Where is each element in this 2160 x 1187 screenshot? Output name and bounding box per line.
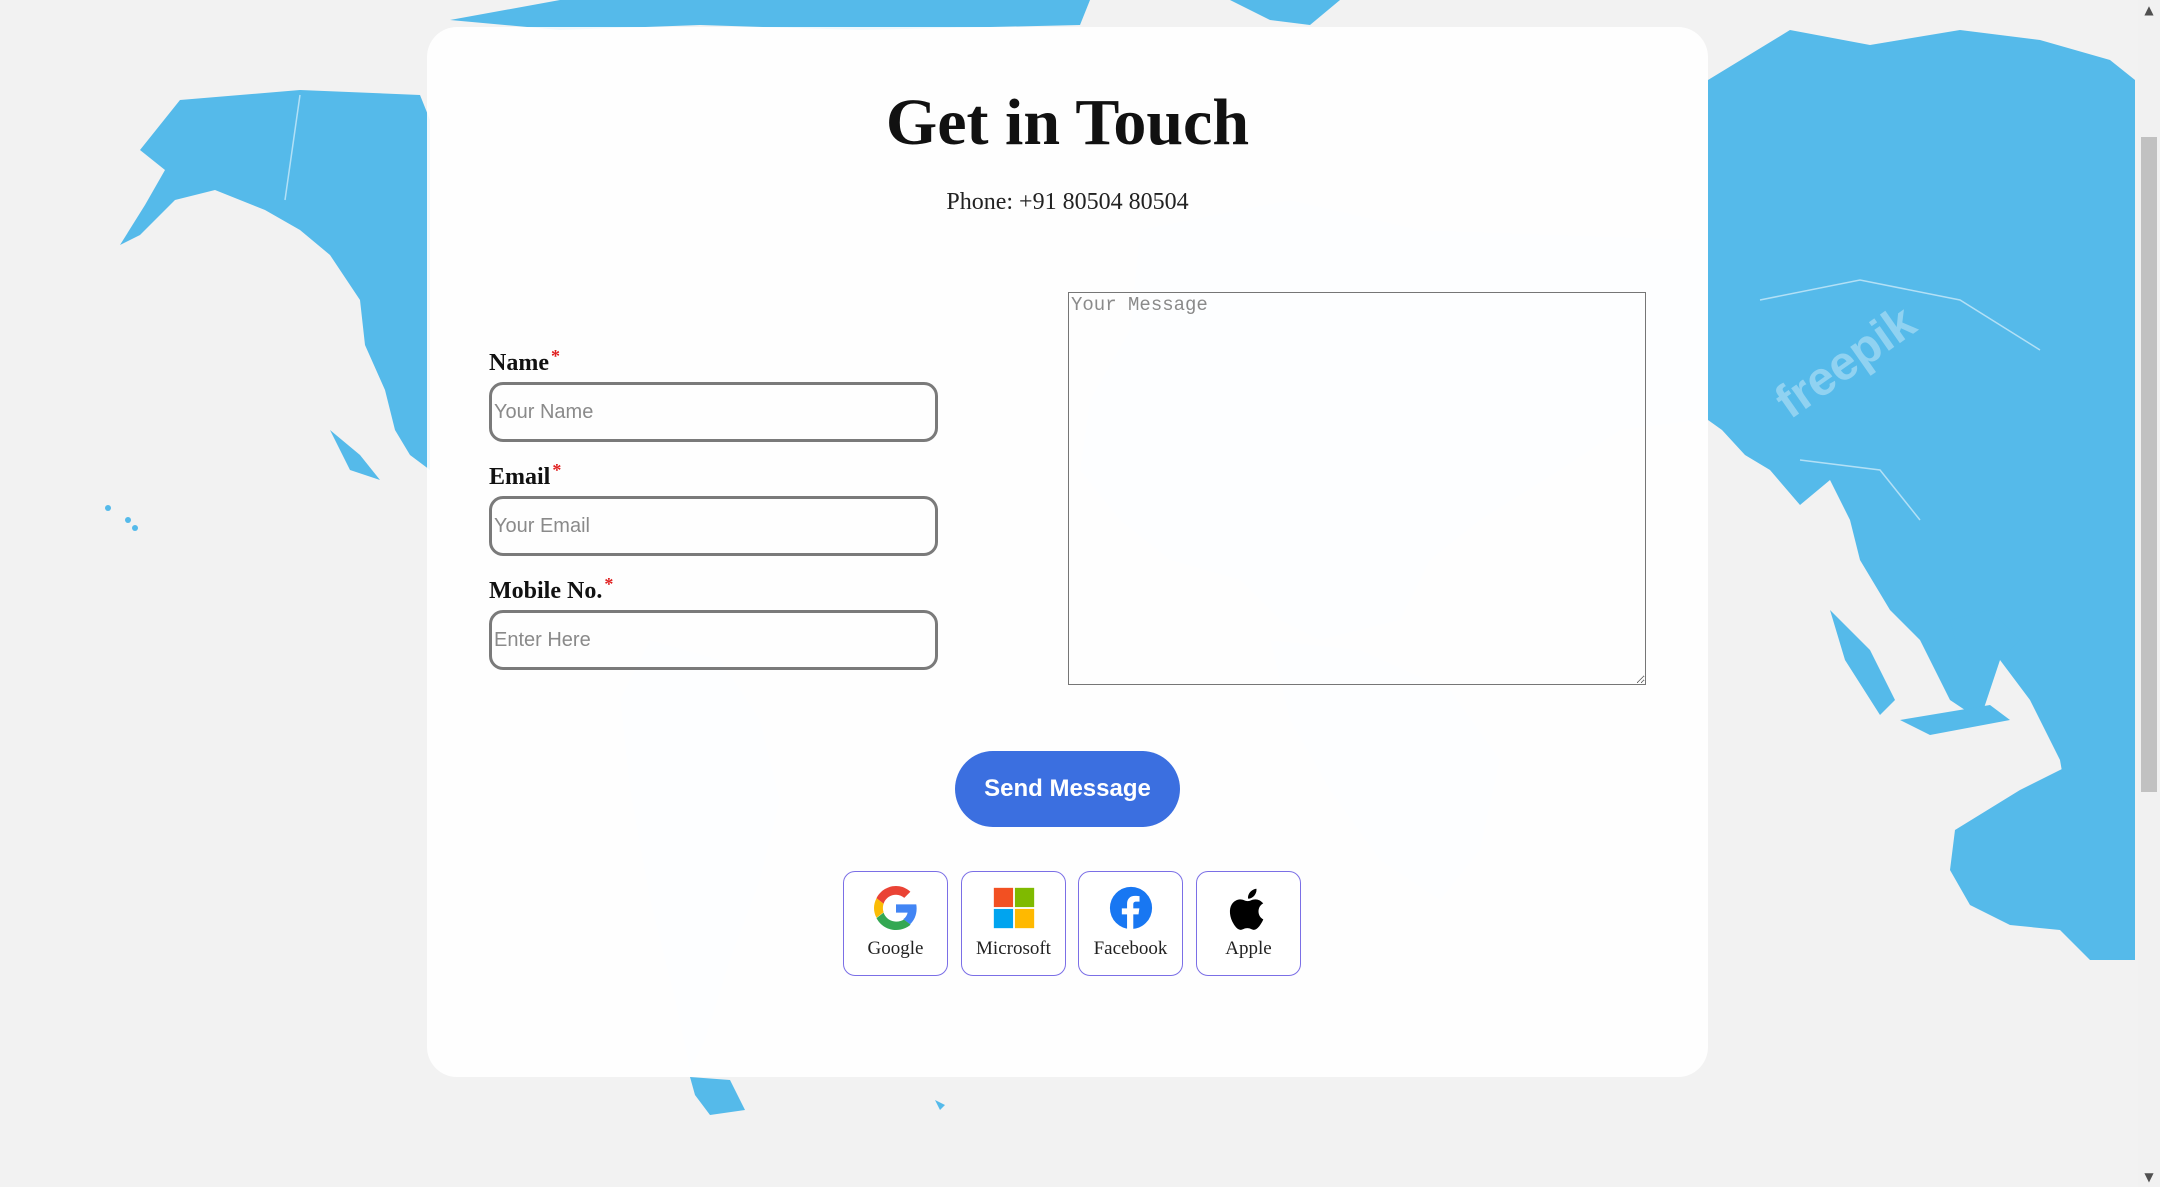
name-label: Name * (489, 346, 560, 377)
facebook-login-button[interactable]: Facebook (1078, 871, 1183, 976)
microsoft-login-button[interactable]: Microsoft (961, 871, 1066, 976)
google-icon (873, 886, 917, 930)
facebook-icon (1109, 886, 1152, 930)
apple-label: Apple (1225, 938, 1272, 959)
email-label-text: Email (489, 464, 551, 490)
page-title: Get in Touch (885, 86, 1250, 159)
google-label: Google (867, 938, 924, 959)
name-label-text: Name (489, 350, 549, 376)
message-textarea[interactable] (1068, 292, 1646, 685)
scrollbar-thumb[interactable] (2141, 137, 2157, 792)
microsoft-icon (993, 887, 1034, 929)
send-message-button[interactable]: Send Message (955, 751, 1180, 827)
required-marker: * (604, 574, 614, 594)
vertical-scrollbar[interactable]: ▲ ▼ (2138, 0, 2160, 1187)
email-label: Email * (489, 460, 561, 491)
microsoft-label: Microsoft (976, 938, 1051, 959)
facebook-label: Facebook (1093, 938, 1168, 959)
email-input[interactable] (489, 496, 938, 556)
scroll-up-icon[interactable]: ▲ (2138, 0, 2160, 20)
scroll-down-icon[interactable]: ▼ (2138, 1167, 2160, 1187)
apple-icon (1229, 888, 1263, 930)
required-marker: * (552, 460, 562, 480)
phone-number: Phone: +91 80504 80504 (946, 189, 1189, 215)
required-marker: * (550, 346, 560, 366)
name-input[interactable] (489, 382, 938, 442)
mobile-label-text: Mobile No. (489, 578, 603, 604)
google-login-button[interactable]: Google (843, 871, 948, 976)
contact-card: Get in Touch Phone: +91 80504 80504 Name… (427, 27, 1708, 1077)
apple-login-button[interactable]: Apple (1196, 871, 1301, 976)
mobile-input[interactable] (489, 610, 938, 670)
mobile-label: Mobile No. * (489, 574, 613, 605)
